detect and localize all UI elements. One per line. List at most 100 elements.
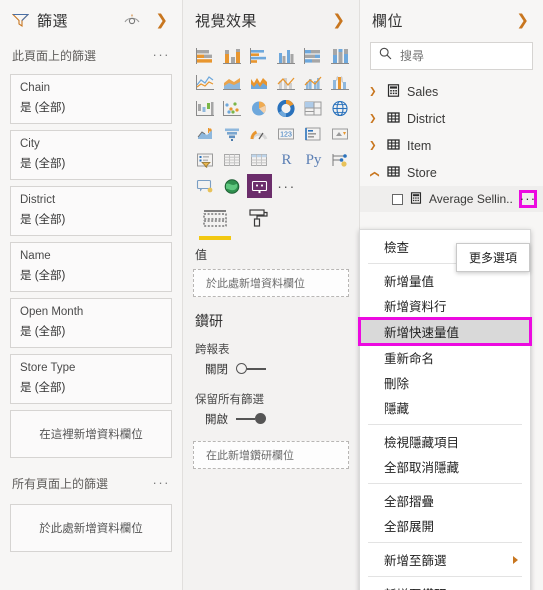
visualizations-collapse-button[interactable]: ❯ [328,11,349,30]
filled-map-icon[interactable] [193,122,218,146]
stacked-bar-chart-icon[interactable] [193,44,218,68]
field-row-average-selling[interactable]: Average Sellin.. ··· [360,186,543,212]
100-stacked-bar-chart-icon[interactable] [301,44,326,68]
context-menu-item-delete[interactable]: 刪除 [360,370,530,395]
filter-field-name: District [20,194,56,206]
cross-report-toggle[interactable] [236,363,266,375]
r-script-visual-icon[interactable]: R [274,148,299,172]
100-stacked-column-chart-icon[interactable] [328,44,353,68]
matrix-icon[interactable] [247,148,272,172]
filters-pane-header: 篩選 ❯ [0,0,182,40]
key-influencers-icon[interactable] [328,148,353,172]
filter-card[interactable]: District 是 (全部) [10,186,172,236]
filter-field-name: Name [20,250,51,262]
context-menu-item-collapse-all[interactable]: 全部摺疊 [360,488,530,513]
python-visual-icon[interactable]: Py [301,148,326,172]
table-icon [387,165,400,181]
filter-card[interactable]: Open Month 是 (全部) [10,298,172,348]
context-menu-item-view-hidden[interactable]: 檢視隱藏項目 [360,429,530,454]
area-chart-icon[interactable] [220,70,245,94]
decomposition-tree-icon[interactable] [193,174,218,198]
filter-card[interactable]: Store Type 是 (全部) [10,354,172,404]
donut-chart-icon[interactable] [274,96,299,120]
treemap-icon[interactable] [301,96,326,120]
filters-pane-title: 篩選 [37,12,69,30]
line-chart-icon[interactable] [193,70,218,94]
chevron-down-icon[interactable]: ❯ [369,87,380,96]
eye-icon[interactable] [123,13,141,27]
stacked-column-chart-icon[interactable] [220,44,245,68]
arcgis-map-icon[interactable] [220,174,245,198]
all-pages-filters-dropzone[interactable]: 於此處新增資料欄位 [10,504,172,552]
page-filters-more-button[interactable]: ··· [153,48,171,61]
filter-icon [11,13,30,28]
slicer-icon[interactable] [193,148,218,172]
all-pages-filters-section-header: 所有頁面上的篩選 ··· [0,468,182,498]
filter-card[interactable]: Chain 是 (全部) [10,74,172,124]
paginated-report-icon[interactable] [247,174,272,198]
search-input[interactable] [400,49,524,63]
fields-search-box[interactable] [370,42,533,70]
kpi-icon[interactable] [328,122,353,146]
stacked-area-chart-icon[interactable] [247,70,272,94]
table-icon[interactable] [220,148,245,172]
cross-report-toggle-row: 關閉 [183,359,359,377]
card-icon[interactable]: 123 [274,122,299,146]
chevron-up-icon[interactable]: ❯ [369,167,379,178]
keep-all-filters-toggle-label: 開啟 [205,414,228,426]
drillthrough-dropzone[interactable]: 在此新增鑽研欄位 [193,441,349,469]
values-dropzone[interactable]: 於此處新增資料欄位 [193,269,349,297]
fields-table-sales[interactable]: ❯ Sales [360,78,543,105]
fields-table-district[interactable]: ❯ District [360,105,543,132]
fields-table-store[interactable]: ❯ Store [360,159,543,186]
waterfall-chart-icon[interactable] [193,96,218,120]
table-icon [387,111,400,127]
filter-field-name: Chain [20,82,51,94]
context-menu-item-new-quick-measure[interactable]: 新增快速量值 [358,317,532,346]
page-filters-dropzone[interactable]: 在這裡新增資料欄位 [10,410,172,458]
funnel-icon[interactable] [220,122,245,146]
fields-table-item[interactable]: ❯ Item [360,132,543,159]
gauge-icon[interactable] [247,122,272,146]
measure-icon [410,191,422,207]
pie-chart-icon[interactable] [247,96,272,120]
multi-row-card-icon[interactable] [301,122,326,146]
more-visuals-icon[interactable]: ··· [274,174,299,198]
scatter-chart-icon[interactable] [220,96,245,120]
filter-card[interactable]: Name 是 (全部) [10,242,172,292]
clustered-column-chart-icon[interactable] [274,44,299,68]
chevron-down-icon[interactable]: ❯ [369,114,380,123]
values-well-label: 值 [195,248,208,262]
line-clustered-column-chart-icon[interactable] [301,70,326,94]
line-stacked-column-chart-icon[interactable] [274,70,299,94]
more-options-button[interactable]: ··· [519,190,537,208]
filter-card[interactable]: City 是 (全部) [10,130,172,180]
map-icon[interactable] [328,96,353,120]
keep-all-filters-toggle[interactable] [236,413,266,425]
context-menu-item-add-to-drillthrough[interactable]: 新增至鑽研 [360,581,530,590]
filters-collapse-button[interactable]: ❯ [151,11,172,30]
context-menu-item-new-column[interactable]: 新增資料行 [360,293,530,318]
chevron-down-icon[interactable]: ❯ [369,141,380,150]
all-pages-filters-more-button[interactable]: ··· [153,476,171,489]
context-menu-item-add-to-filters[interactable]: 新增至篩選 [360,547,530,572]
keep-all-filters-toggle-row: 開啟 [183,409,359,427]
context-menu-item-hide[interactable]: 隱藏 [360,395,530,420]
page-filters-label: 此頁面上的篩選 [12,48,97,63]
context-menu-item-unhide-all[interactable]: 全部取消隱藏 [360,454,530,479]
fields-collapse-button[interactable]: ❯ [512,11,533,30]
fields-table-label: District [407,111,446,126]
cross-report-toggle-label: 關閉 [205,364,228,376]
fields-pane-header: 欄位 ❯ [360,0,543,40]
fields-tab[interactable] [199,208,231,240]
context-menu-item-label: 新增至篩選 [384,554,447,568]
measure-table-icon [387,83,400,100]
fields-pane-title: 欄位 [372,12,404,30]
field-checkbox[interactable] [392,193,403,205]
context-menu-item-rename[interactable]: 重新命名 [360,345,530,370]
context-menu-item-expand-all[interactable]: 全部展開 [360,513,530,538]
clustered-bar-chart-icon[interactable] [247,44,272,68]
ribbon-chart-icon[interactable] [328,70,353,94]
format-tab[interactable] [247,208,271,240]
visualizations-pane-header: 視覺效果 ❯ [183,0,359,40]
